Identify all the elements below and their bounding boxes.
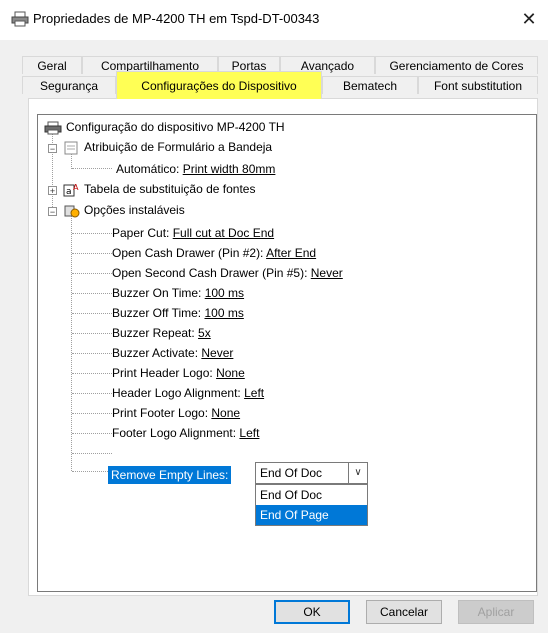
tree-line [72,253,112,254]
option-name: Footer Logo Alignment: [112,426,240,440]
tab-configuracoes-do-dispositivo[interactable]: Configurações do Dispositivo [116,71,322,99]
option-name: Buzzer On Time: [112,286,205,300]
tree-item-buzzer-off-time[interactable]: Buzzer Off Time: 100 ms [112,304,244,322]
svg-text:A: A [73,183,79,192]
tree-item-font-table[interactable]: Tabela de substituição de fontes [84,180,255,198]
option-name: Open Cash Drawer (Pin #2): [112,246,267,260]
tree-line [72,471,108,472]
option-name: Buzzer Off Time: [112,306,205,320]
option-value[interactable]: None [211,406,240,420]
option-value[interactable]: Left [239,426,259,440]
option-name: Buzzer Activate: [112,346,202,360]
option-name: Automático: [116,162,183,176]
tree-item-buzzer-activate[interactable]: Buzzer Activate: Never [112,344,233,362]
title-bar: Propriedades de MP-4200 TH em Tspd-DT-00… [0,0,548,40]
close-button[interactable]: ✕ [516,6,542,32]
installable-options-icon [64,205,80,218]
expand-toggle[interactable]: + [48,186,57,196]
option-value[interactable]: Full cut at Doc End [173,226,274,240]
option-value[interactable]: 100 ms [204,306,243,320]
tree-item-paper-cut[interactable]: Paper Cut: Full cut at Doc End [112,224,274,242]
form-tray-icon [64,141,78,155]
tree-item-print-header-logo[interactable]: Print Header Logo: None [112,364,245,382]
option-value[interactable]: Left [244,386,264,400]
tree-line [72,168,112,169]
tree-line [72,273,112,274]
dropdown-option-end-of-doc[interactable]: End Of Doc [256,485,367,505]
option-name: Paper Cut: [112,226,173,240]
tab-bematech[interactable]: Bematech [322,76,418,94]
tree-item-form-to-tray[interactable]: Atribuição de Formulário a Bandeja [84,138,272,156]
tree-root-label[interactable]: Configuração do dispositivo MP-4200 TH [66,118,285,136]
tree-line [72,413,112,414]
tree-line [72,233,112,234]
dropdown-option-end-of-page[interactable]: End Of Page [256,505,367,525]
remove-empty-lines-dropdown[interactable]: End Of Doc End Of Page [255,484,368,526]
collapse-toggle[interactable]: − [48,207,57,217]
option-value[interactable]: Never [311,266,343,280]
printer-icon [44,121,62,135]
option-value[interactable]: Never [201,346,233,360]
tab-gerenciamento-de-cores[interactable]: Gerenciamento de Cores [375,56,538,74]
option-value[interactable]: After End [266,246,316,260]
tree-item-print-footer-logo[interactable]: Print Footer Logo: None [112,404,240,422]
option-name: Print Header Logo: [112,366,217,380]
tree-item-footer-logo-alignment[interactable]: Footer Logo Alignment: Left [112,424,259,442]
tab-geral[interactable]: Geral [22,56,82,74]
apply-button[interactable]: Aplicar [458,600,534,624]
font-table-icon: a A [63,183,79,197]
remove-empty-lines-combo[interactable]: End Of Doc ∨ [255,462,368,484]
option-name: Header Logo Alignment: [112,386,245,400]
tree-item-buzzer-repeat[interactable]: Buzzer Repeat: 5x [112,324,211,342]
printer-icon [11,11,29,27]
tab-seguranca[interactable]: Segurança [22,76,116,94]
tree-item-remove-empty-lines[interactable]: Remove Empty Lines: [108,466,232,484]
tree-line [72,433,112,434]
tree-line [72,293,112,294]
option-value[interactable]: Print width 80mm [183,162,276,176]
tab-font-substitution[interactable]: Font substitution [418,76,538,94]
window-title: Propriedades de MP-4200 TH em Tspd-DT-00… [33,11,320,26]
collapse-toggle[interactable]: − [48,144,57,154]
tree-item-open-second-cash-drawer[interactable]: Open Second Cash Drawer (Pin #5): Never [112,264,343,282]
tree-item-header-logo-alignment[interactable]: Header Logo Alignment: Left [112,384,264,402]
cancel-button[interactable]: Cancelar [366,600,442,624]
option-name: Print Footer Logo: [112,406,212,420]
option-value[interactable]: 100 ms [205,286,244,300]
option-value[interactable]: 5x [198,326,211,340]
tree-line [72,393,112,394]
ok-button[interactable]: OK [274,600,350,624]
tree-line [72,373,112,374]
combo-value: End Of Doc [260,466,323,480]
tree-line [72,453,112,454]
option-name: Open Second Cash Drawer (Pin #5): [112,266,311,280]
tree-line [72,313,112,314]
tree-item-installable-options[interactable]: Opções instaláveis [84,201,185,219]
tree-line [72,333,112,334]
tree-item-automatico[interactable]: Automático: Print width 80mm [116,160,275,178]
tree-line [72,353,112,354]
option-value[interactable]: None [216,366,245,380]
chevron-down-icon[interactable]: ∨ [348,463,367,483]
tree-item-buzzer-on-time[interactable]: Buzzer On Time: 100 ms [112,284,244,302]
option-name: Buzzer Repeat: [112,326,199,340]
tree-item-open-cash-drawer[interactable]: Open Cash Drawer (Pin #2): After End [112,244,316,262]
svg-text:a: a [66,187,72,197]
